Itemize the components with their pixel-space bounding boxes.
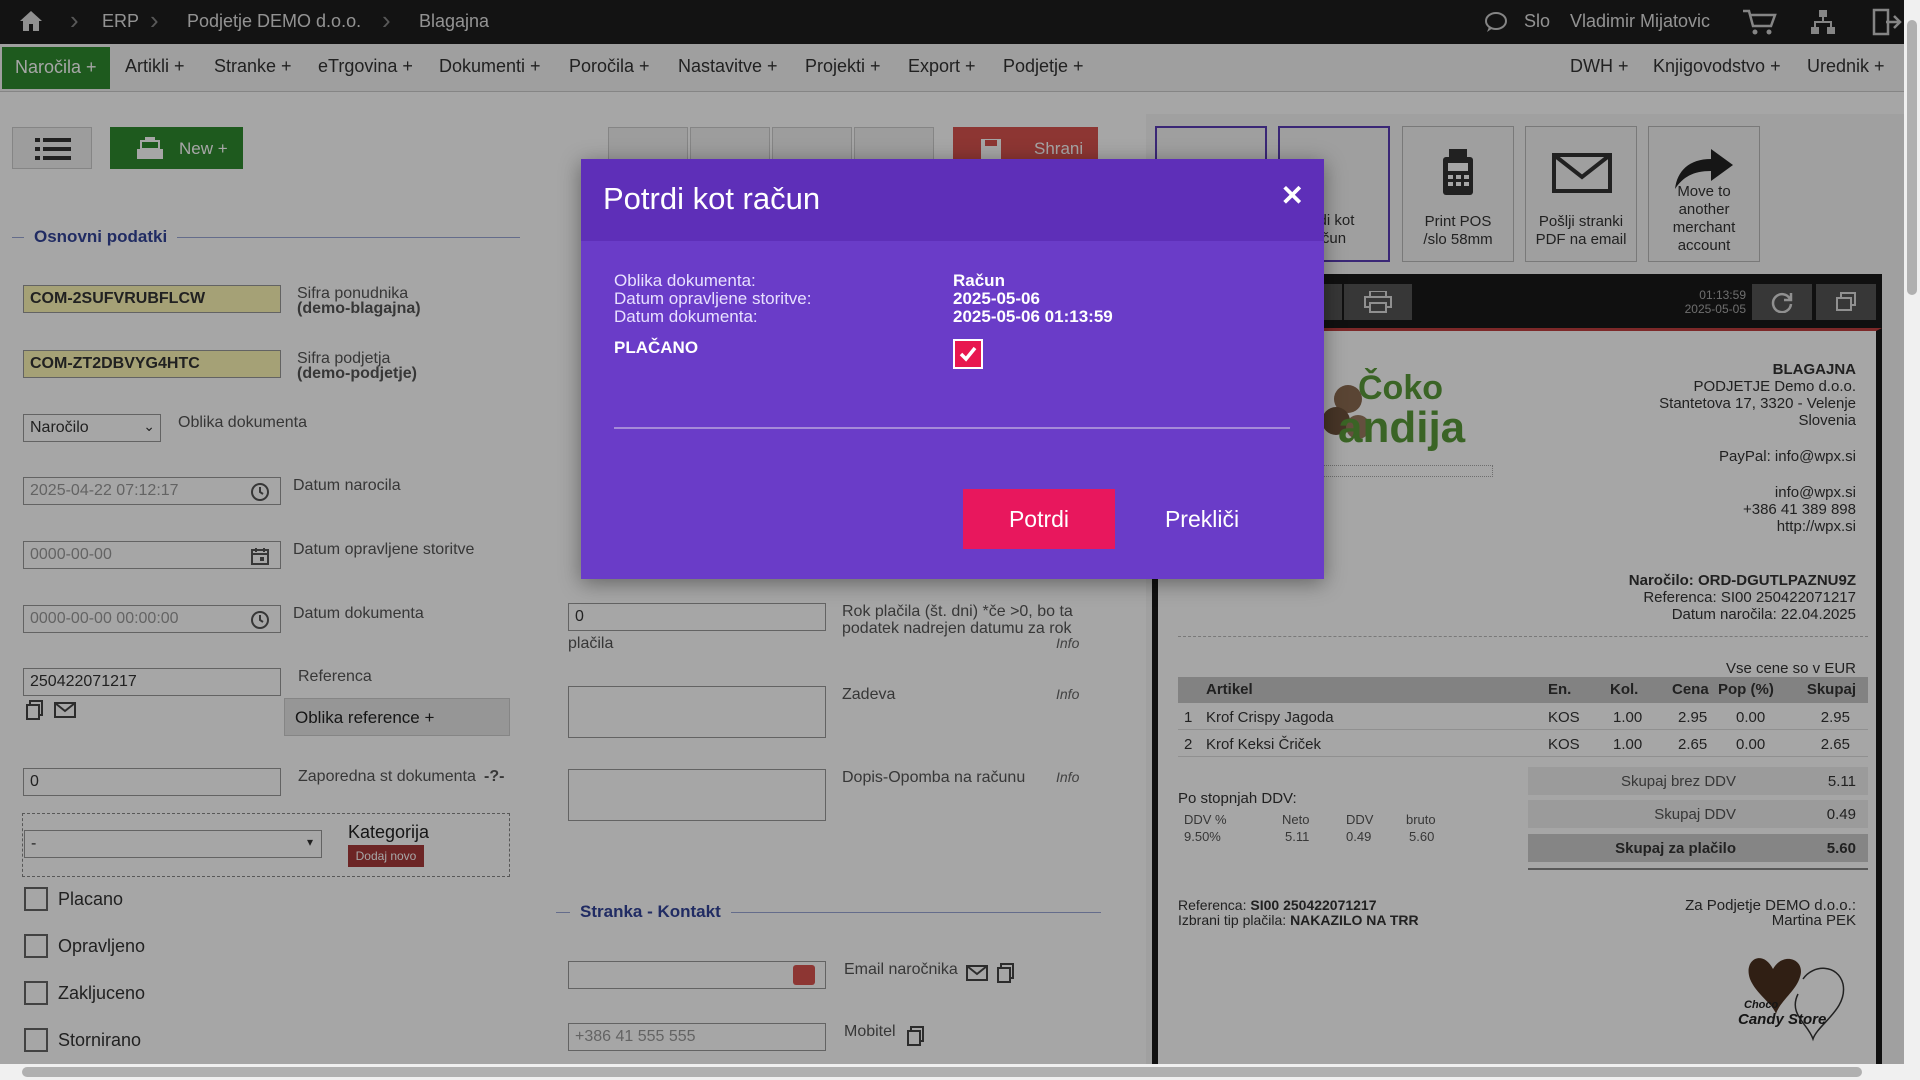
modal-divider	[614, 427, 1290, 429]
modal-title: Potrdi kot račun	[603, 181, 821, 216]
close-icon[interactable]: ✕	[1281, 179, 1304, 212]
cancel-button[interactable]: Prekliči	[1137, 489, 1267, 549]
modal-header: Potrdi kot račun ✕	[581, 159, 1324, 241]
modal-value-doc-date: 2025-05-06 01:13:59	[953, 307, 1113, 326]
confirm-button[interactable]: Potrdi	[963, 489, 1115, 549]
modal-value-doc-form: Račun	[953, 271, 1005, 290]
modal-paid-checkbox[interactable]	[953, 339, 983, 369]
vertical-scrollbar-thumb[interactable]	[1907, 20, 1917, 295]
modal-label-doc-date: Datum dokumenta:	[614, 307, 758, 326]
modal-value-service-date: 2025-05-06	[953, 289, 1040, 308]
modal-paid-label: PLAČANO	[614, 338, 699, 357]
checkmark-icon	[959, 346, 977, 362]
confirm-invoice-modal: Potrdi kot račun ✕ Oblika dokumenta: Dat…	[581, 159, 1324, 579]
modal-label-service-date: Datum opravljene storitve:	[614, 289, 812, 308]
modal-label-doc-form: Oblika dokumenta:	[614, 271, 756, 290]
horizontal-scrollbar-thumb[interactable]	[22, 1067, 1862, 1077]
